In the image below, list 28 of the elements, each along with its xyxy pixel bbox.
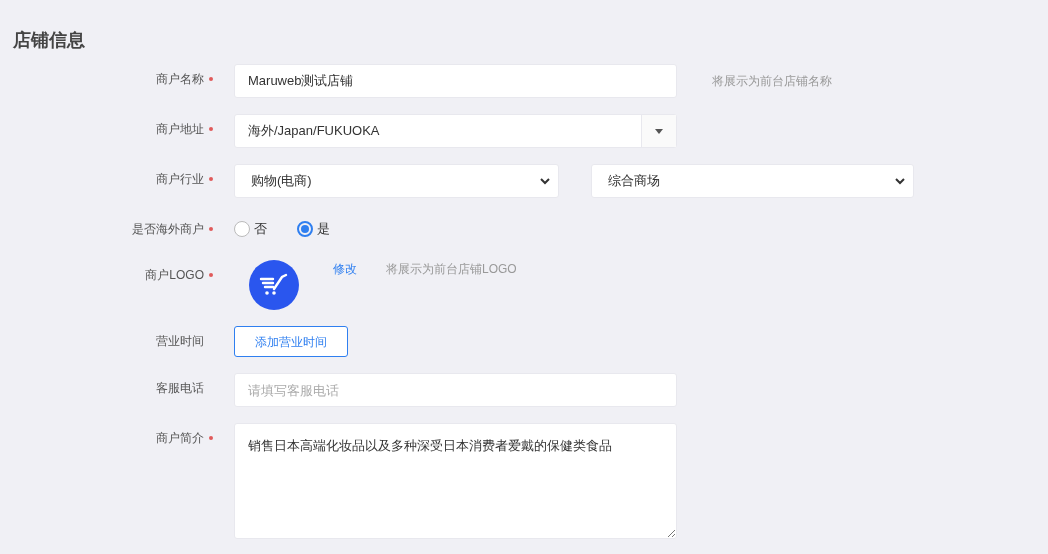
address-picker[interactable]: 海外/Japan/FUKUOKA (234, 114, 677, 148)
cart-icon (259, 273, 289, 297)
field-label: 商户地址 (156, 121, 204, 138)
chevron-down-icon (895, 177, 905, 185)
description-textarea[interactable]: 销售日本高端化妆品以及多种深受日本消费者爱戴的保健类食品 (234, 423, 677, 539)
field-label: 营业时间 (156, 333, 204, 350)
radio-button[interactable] (234, 221, 250, 237)
hint-text: 将展示为前台店铺LOGO (386, 261, 517, 278)
hint-text: 将展示为前台店铺名称 (712, 73, 832, 90)
resize-handle-icon[interactable] (667, 529, 675, 537)
dropdown[interactable]: 综合商场 (591, 164, 914, 198)
chevron-down-icon (540, 177, 550, 185)
edit-link[interactable]: 修改 (333, 260, 357, 278)
field-label: 商户简介 (156, 430, 204, 447)
field-label: 商户行业 (156, 171, 204, 188)
radio-label: 否 (254, 220, 267, 239)
add-hours-button[interactable]: 添加营业时间 (234, 326, 348, 357)
field-label: 商户LOGO (145, 267, 204, 284)
field-label: 客服电话 (156, 380, 204, 397)
radio-button[interactable] (297, 221, 313, 237)
field-label: 是否海外商户 (132, 221, 204, 238)
section-title: 店铺信息 (12, 29, 86, 52)
text-input[interactable]: Maruweb测试店铺 (234, 64, 677, 98)
caret-down-icon (655, 128, 663, 134)
field-label: 商户名称 (156, 71, 204, 88)
text-input[interactable]: 请填写客服电话 (234, 373, 677, 407)
dropdown[interactable]: 购物(电商) (234, 164, 559, 198)
radio-label: 是 (317, 220, 330, 239)
